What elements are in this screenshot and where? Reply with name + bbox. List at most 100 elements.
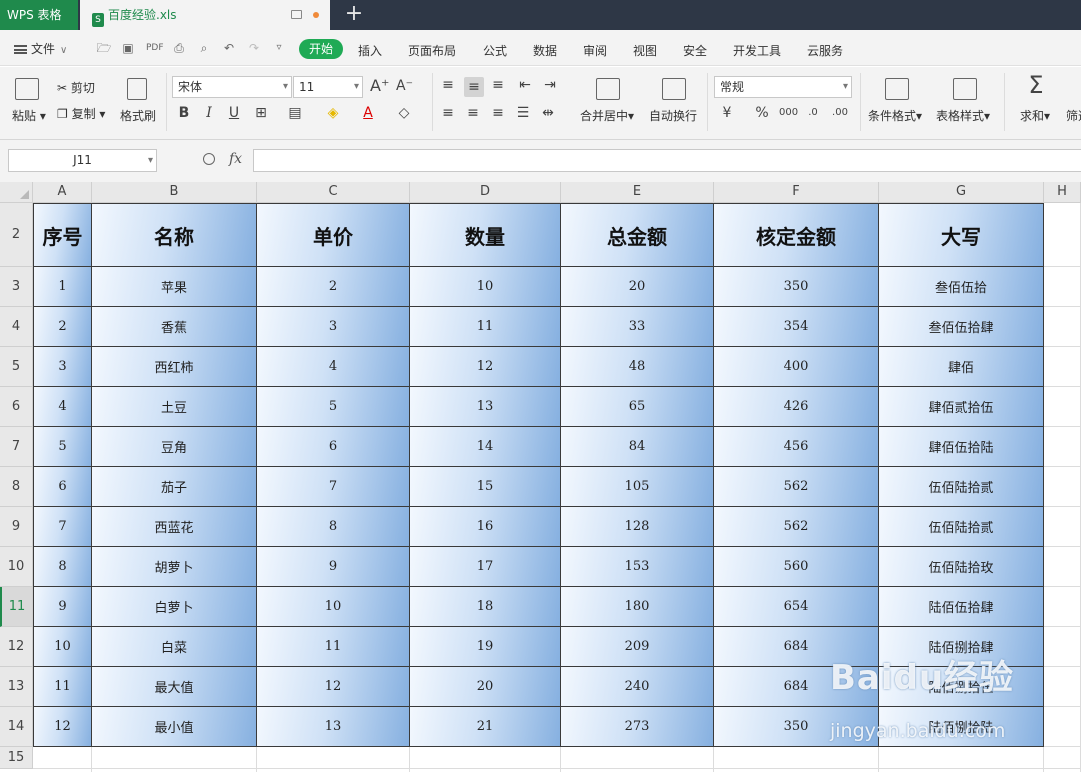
font-size-select[interactable]: 11: [293, 76, 363, 98]
table-cell[interactable]: 10: [257, 587, 410, 627]
merge-center-icon[interactable]: [596, 78, 620, 100]
document-tab[interactable]: S 百度经验.xls: [80, 0, 330, 30]
format-painter-button[interactable]: 格式刷: [120, 107, 156, 124]
print-icon[interactable]: ⎙: [171, 41, 187, 55]
justify-icon[interactable]: ☰: [515, 105, 531, 121]
increase-decimal-icon[interactable]: .0: [805, 105, 821, 121]
table-cell[interactable]: 12: [33, 707, 92, 747]
table-cell[interactable]: 153: [561, 547, 714, 587]
tab-formula[interactable]: 公式: [483, 42, 507, 59]
table-header-cell[interactable]: 数量: [410, 203, 561, 267]
table-cell[interactable]: 400: [714, 347, 879, 387]
filter-button[interactable]: 筛选: [1066, 107, 1081, 124]
table-cell[interactable]: 3: [257, 307, 410, 347]
name-box[interactable]: J11: [8, 149, 157, 172]
tab-view[interactable]: 视图: [633, 42, 657, 59]
table-cell[interactable]: 豆角: [92, 427, 257, 467]
zoom-icon[interactable]: [203, 153, 215, 165]
table-cell[interactable]: 273: [561, 707, 714, 747]
table-cell[interactable]: 65: [561, 387, 714, 427]
thousands-icon[interactable]: 000: [779, 105, 798, 121]
table-cell[interactable]: 3: [33, 347, 92, 387]
table-cell[interactable]: 456: [714, 427, 879, 467]
sum-icon[interactable]: Σ: [1024, 73, 1048, 97]
percent-icon[interactable]: %: [754, 105, 770, 121]
table-cell[interactable]: 7: [257, 467, 410, 507]
column-header-b[interactable]: B: [92, 182, 257, 203]
table-cell[interactable]: 20: [561, 267, 714, 307]
tab-cloud[interactable]: 云服务: [807, 42, 843, 59]
formula-input[interactable]: [253, 149, 1081, 172]
print-preview-icon[interactable]: ⌕: [196, 41, 212, 55]
table-style-button[interactable]: 表格样式▾: [936, 107, 990, 124]
table-cell[interactable]: 伍佰陆拾玫: [879, 547, 1044, 587]
underline-icon[interactable]: U: [226, 105, 242, 121]
table-cell[interactable]: 562: [714, 467, 879, 507]
table-cell[interactable]: 12: [410, 347, 561, 387]
table-cell[interactable]: 伍佰陆拾贰: [879, 467, 1044, 507]
table-cell[interactable]: 16: [410, 507, 561, 547]
table-cell[interactable]: 15: [410, 467, 561, 507]
table-cell[interactable]: 肆佰: [879, 347, 1044, 387]
table-style-icon[interactable]: [953, 78, 977, 100]
row-header-2[interactable]: 2: [0, 203, 33, 267]
paste-button[interactable]: 粘贴 ▾: [12, 107, 46, 124]
column-header-a[interactable]: A: [33, 182, 92, 203]
table-cell[interactable]: 20: [410, 667, 561, 707]
open-folder-icon[interactable]: 🗁: [96, 41, 112, 55]
table-cell[interactable]: 茄子: [92, 467, 257, 507]
table-cell[interactable]: 5: [33, 427, 92, 467]
table-cell[interactable]: 8: [257, 507, 410, 547]
row-header-4[interactable]: 4: [0, 307, 33, 347]
merge-center-button[interactable]: 合并居中▾: [580, 107, 634, 124]
font-name-select[interactable]: 宋体: [172, 76, 292, 98]
tab-page-layout[interactable]: 页面布局: [408, 42, 456, 59]
table-cell[interactable]: 叁佰伍拾肆: [879, 307, 1044, 347]
align-top-icon[interactable]: ≡: [440, 77, 456, 93]
fill-color-icon[interactable]: ◈: [325, 105, 341, 121]
row-header-15[interactable]: 15: [0, 747, 33, 769]
save-icon[interactable]: ▣: [120, 41, 136, 55]
table-cell[interactable]: 白萝卜: [92, 587, 257, 627]
wrap-text-button[interactable]: 自动换行: [649, 107, 697, 124]
table-cell[interactable]: 84: [561, 427, 714, 467]
table-cell[interactable]: 香蕉: [92, 307, 257, 347]
table-header-cell[interactable]: 核定金额: [714, 203, 879, 267]
table-cell[interactable]: 最大值: [92, 667, 257, 707]
tab-data[interactable]: 数据: [533, 42, 557, 59]
align-bottom-icon[interactable]: ≡: [490, 77, 506, 93]
border-icon[interactable]: ⊞: [253, 105, 269, 121]
row-header-9[interactable]: 9: [0, 507, 33, 547]
table-cell[interactable]: 350: [714, 267, 879, 307]
table-cell[interactable]: 11: [257, 627, 410, 667]
select-all-corner[interactable]: [0, 182, 33, 203]
table-cell[interactable]: 4: [33, 387, 92, 427]
italic-icon[interactable]: I: [201, 105, 217, 121]
column-header-g[interactable]: G: [879, 182, 1044, 203]
wrap-text-icon[interactable]: [662, 78, 686, 100]
table-cell[interactable]: 胡萝卜: [92, 547, 257, 587]
currency-icon[interactable]: ¥: [719, 105, 735, 121]
decrease-decimal-icon[interactable]: .00: [832, 105, 848, 121]
table-cell[interactable]: 560: [714, 547, 879, 587]
tab-developer[interactable]: 开发工具: [733, 42, 781, 59]
table-cell[interactable]: 7: [33, 507, 92, 547]
column-header-e[interactable]: E: [561, 182, 714, 203]
table-header-cell[interactable]: 大写: [879, 203, 1044, 267]
customize-chevron-icon[interactable]: ▿: [271, 41, 287, 55]
table-cell[interactable]: 西蓝花: [92, 507, 257, 547]
sum-button[interactable]: 求和▾: [1020, 107, 1050, 124]
decrease-font-icon[interactable]: A⁻: [396, 78, 413, 94]
table-cell[interactable]: 21: [410, 707, 561, 747]
table-cell[interactable]: 6: [257, 427, 410, 467]
table-cell[interactable]: 354: [714, 307, 879, 347]
monitor-icon[interactable]: [291, 10, 302, 19]
table-cell[interactable]: 5: [257, 387, 410, 427]
table-cell[interactable]: 8: [33, 547, 92, 587]
distributed-icon[interactable]: ⇹: [540, 105, 556, 121]
table-cell[interactable]: 1: [33, 267, 92, 307]
table-cell[interactable]: 13: [410, 387, 561, 427]
table-cell[interactable]: 48: [561, 347, 714, 387]
row-header-14[interactable]: 14: [0, 707, 33, 747]
conditional-format-button[interactable]: 条件格式▾: [868, 107, 922, 124]
